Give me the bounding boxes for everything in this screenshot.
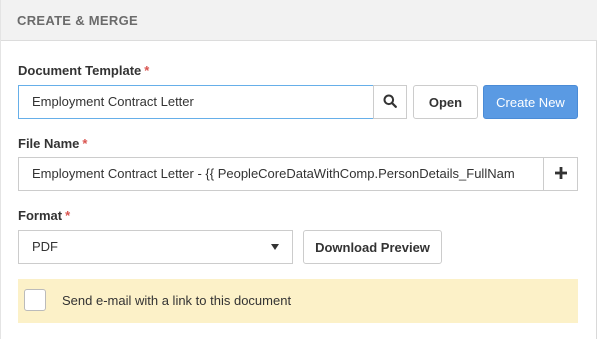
file-name-input[interactable]: Employment Contract Letter - {{ PeopleCo… xyxy=(18,157,544,191)
panel-header: CREATE & MERGE xyxy=(1,0,597,41)
create-merge-panel: CREATE & MERGE Document Template * Employ… xyxy=(0,0,597,339)
send-email-label: Send e-mail with a link to this document xyxy=(62,293,292,308)
open-button[interactable]: Open xyxy=(413,85,478,119)
format-label: Format * xyxy=(18,208,70,223)
file-name-label: File Name * xyxy=(18,136,87,151)
chevron-down-icon xyxy=(271,244,279,250)
format-label-text: Format xyxy=(18,208,63,223)
panel-title: CREATE & MERGE xyxy=(17,13,138,28)
required-mark: * xyxy=(144,63,150,78)
download-preview-button[interactable]: Download Preview xyxy=(303,230,442,264)
plus-icon xyxy=(554,166,567,182)
template-search-button[interactable] xyxy=(373,85,407,119)
document-template-label: Document Template * xyxy=(18,63,149,78)
add-field-button[interactable] xyxy=(543,157,578,191)
search-icon xyxy=(383,94,397,111)
document-template-label-text: Document Template xyxy=(18,63,142,78)
send-email-checkbox[interactable] xyxy=(24,289,46,311)
file-name-label-text: File Name xyxy=(18,136,80,151)
email-option-row: Send e-mail with a link to this document xyxy=(18,279,578,323)
required-mark: * xyxy=(65,208,71,223)
document-template-input[interactable]: Employment Contract Letter xyxy=(18,85,374,119)
create-new-button[interactable]: Create New xyxy=(483,85,578,119)
format-select[interactable]: PDF xyxy=(18,230,293,264)
required-mark: * xyxy=(82,136,88,151)
format-selected-value: PDF xyxy=(32,239,58,254)
